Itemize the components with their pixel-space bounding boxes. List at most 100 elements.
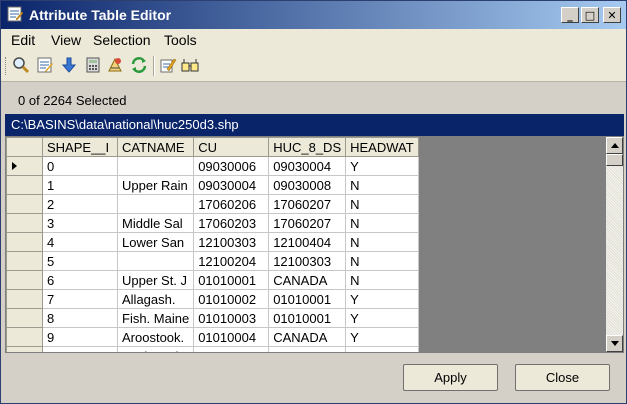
table-cell[interactable]: CANADA [268, 270, 347, 290]
table-cell[interactable] [116, 251, 195, 271]
close-window-button[interactable]: ✕ [603, 7, 621, 23]
table-cell[interactable]: N [345, 175, 420, 195]
find-icon[interactable] [12, 56, 30, 74]
table-cell[interactable]: 17060206 [193, 194, 270, 214]
column-header-shape-id[interactable]: SHAPE__I [42, 137, 118, 157]
table-cell[interactable]: 9 [42, 327, 118, 347]
import-icon[interactable] [60, 56, 78, 74]
table-row[interactable]: 1 Upper Rain 09030004 09030008 N [6, 175, 420, 195]
table-cell[interactable]: 09030004 [193, 175, 270, 195]
scroll-down-button[interactable] [606, 335, 623, 352]
close-button[interactable]: Close [515, 364, 610, 391]
table-cell[interactable]: Allagash. [116, 289, 195, 309]
table-cell[interactable]: 01010001 [193, 270, 270, 290]
table-cell[interactable]: 2 [42, 194, 118, 214]
refresh-icon[interactable] [130, 56, 148, 74]
row-header[interactable] [6, 213, 43, 233]
column-header-catname[interactable]: CATNAME [116, 137, 195, 157]
column-header-cu[interactable]: CU [193, 137, 270, 157]
table-cell[interactable]: 01010001 [268, 289, 347, 309]
table-cell[interactable]: N [345, 232, 420, 252]
menu-tools[interactable]: Tools [164, 32, 197, 48]
table-cell[interactable] [116, 156, 195, 176]
scroll-thumb[interactable] [606, 154, 623, 166]
table-cell[interactable]: 5 [42, 251, 118, 271]
table-cell[interactable]: 09030008 [268, 175, 347, 195]
table-cell[interactable]: 12100303 [268, 251, 347, 271]
table-row[interactable]: 2 17060206 17060207 N [6, 194, 420, 214]
table-cell[interactable]: 7 [42, 289, 118, 309]
table-cell[interactable]: 0 [42, 156, 118, 176]
table-cell[interactable]: 10 [42, 346, 118, 352]
menu-view[interactable]: View [51, 32, 81, 48]
table-row[interactable]: 9 Aroostook. 01010004 CANADA Y [6, 327, 420, 347]
table-cell[interactable]: 4 [42, 232, 118, 252]
table-cell[interactable]: Y [345, 346, 420, 352]
table-cell[interactable]: 1 [42, 175, 118, 195]
menu-edit[interactable]: Edit [11, 32, 35, 48]
row-header[interactable] [6, 156, 43, 176]
table-cell[interactable]: 09030004 [268, 156, 347, 176]
table-cell[interactable]: 17060207 [268, 213, 347, 233]
scroll-up-button[interactable] [606, 137, 623, 154]
table-cell[interactable]: N [345, 213, 420, 233]
table-cell[interactable]: 01010004 [193, 327, 270, 347]
table-cell[interactable]: Lower San [116, 232, 195, 252]
row-header[interactable] [6, 251, 43, 271]
table-cell[interactable]: 17060203 [193, 213, 270, 233]
table-cell[interactable]: N [345, 270, 420, 290]
row-header[interactable] [6, 175, 43, 195]
edit-table-icon[interactable] [36, 56, 54, 74]
table-row[interactable]: 8 Fish. Maine 01010003 01010001 Y [6, 308, 420, 328]
table-cell[interactable]: Middle Sal [116, 213, 195, 233]
field-calc-icon[interactable] [106, 56, 124, 74]
table-row[interactable]: 7 Allagash. 01010002 01010001 Y [6, 289, 420, 309]
title-bar[interactable]: Attribute Table Editor _ □ ✕ [1, 1, 626, 29]
table-cell[interactable]: Upper Rain [116, 175, 195, 195]
table-cell[interactable]: 01010002 [193, 289, 270, 309]
glasses-icon[interactable] [181, 56, 199, 74]
table-cell[interactable]: 17060207 [268, 194, 347, 214]
corner-cell[interactable] [6, 137, 43, 157]
row-header[interactable] [6, 289, 43, 309]
row-header[interactable] [6, 194, 43, 214]
toolbar-grip[interactable] [5, 57, 9, 75]
row-header[interactable] [6, 346, 43, 352]
table-cell[interactable]: 01010005 [193, 346, 270, 352]
table-cell[interactable]: 12100204 [193, 251, 270, 271]
table-row[interactable]: 0 09030006 09030004 Y [6, 156, 420, 176]
table-cell[interactable]: 6 [42, 270, 118, 290]
apply-button[interactable]: Apply [403, 364, 498, 391]
table-row[interactable]: 4 Lower San 12100303 12100404 N [6, 232, 420, 252]
table-cell[interactable]: 01010001 [268, 308, 347, 328]
menu-selection[interactable]: Selection [93, 32, 151, 48]
table-cell[interactable]: N [345, 251, 420, 271]
table-cell[interactable]: 12100404 [268, 232, 347, 252]
table-row[interactable]: 5 12100204 12100303 N [6, 251, 420, 271]
edit-records-icon[interactable] [159, 56, 177, 74]
row-header[interactable] [6, 232, 43, 252]
calculator-icon[interactable] [84, 56, 102, 74]
maximize-button[interactable]: □ [581, 7, 599, 23]
table-cell[interactable] [116, 194, 195, 214]
table-cell[interactable]: Y [345, 156, 420, 176]
table-cell[interactable]: Aroostook. [116, 327, 195, 347]
vertical-scrollbar[interactable] [606, 137, 623, 352]
table-cell[interactable]: Y [345, 308, 420, 328]
table-cell[interactable]: 01010003 [193, 308, 270, 328]
column-header-headwat[interactable]: HEADWAT [345, 137, 420, 157]
table-cell[interactable]: CANADA [268, 346, 347, 352]
table-row[interactable]: 3 Middle Sal 17060203 17060207 N [6, 213, 420, 233]
table-row[interactable]: 6 Upper St. J 01010001 CANADA N [6, 270, 420, 290]
table-cell[interactable]: Fish. Maine [116, 308, 195, 328]
table-cell[interactable]: 8 [42, 308, 118, 328]
table-cell[interactable]: Y [345, 289, 420, 309]
table-cell[interactable]: 3 [42, 213, 118, 233]
table-cell[interactable]: Meduxnek [116, 346, 195, 352]
row-header[interactable] [6, 308, 43, 328]
table-cell[interactable]: CANADA [268, 327, 347, 347]
row-header[interactable] [6, 327, 43, 347]
table-cell[interactable]: Y [345, 327, 420, 347]
table-cell[interactable]: 12100303 [193, 232, 270, 252]
table-cell[interactable]: 09030006 [193, 156, 270, 176]
